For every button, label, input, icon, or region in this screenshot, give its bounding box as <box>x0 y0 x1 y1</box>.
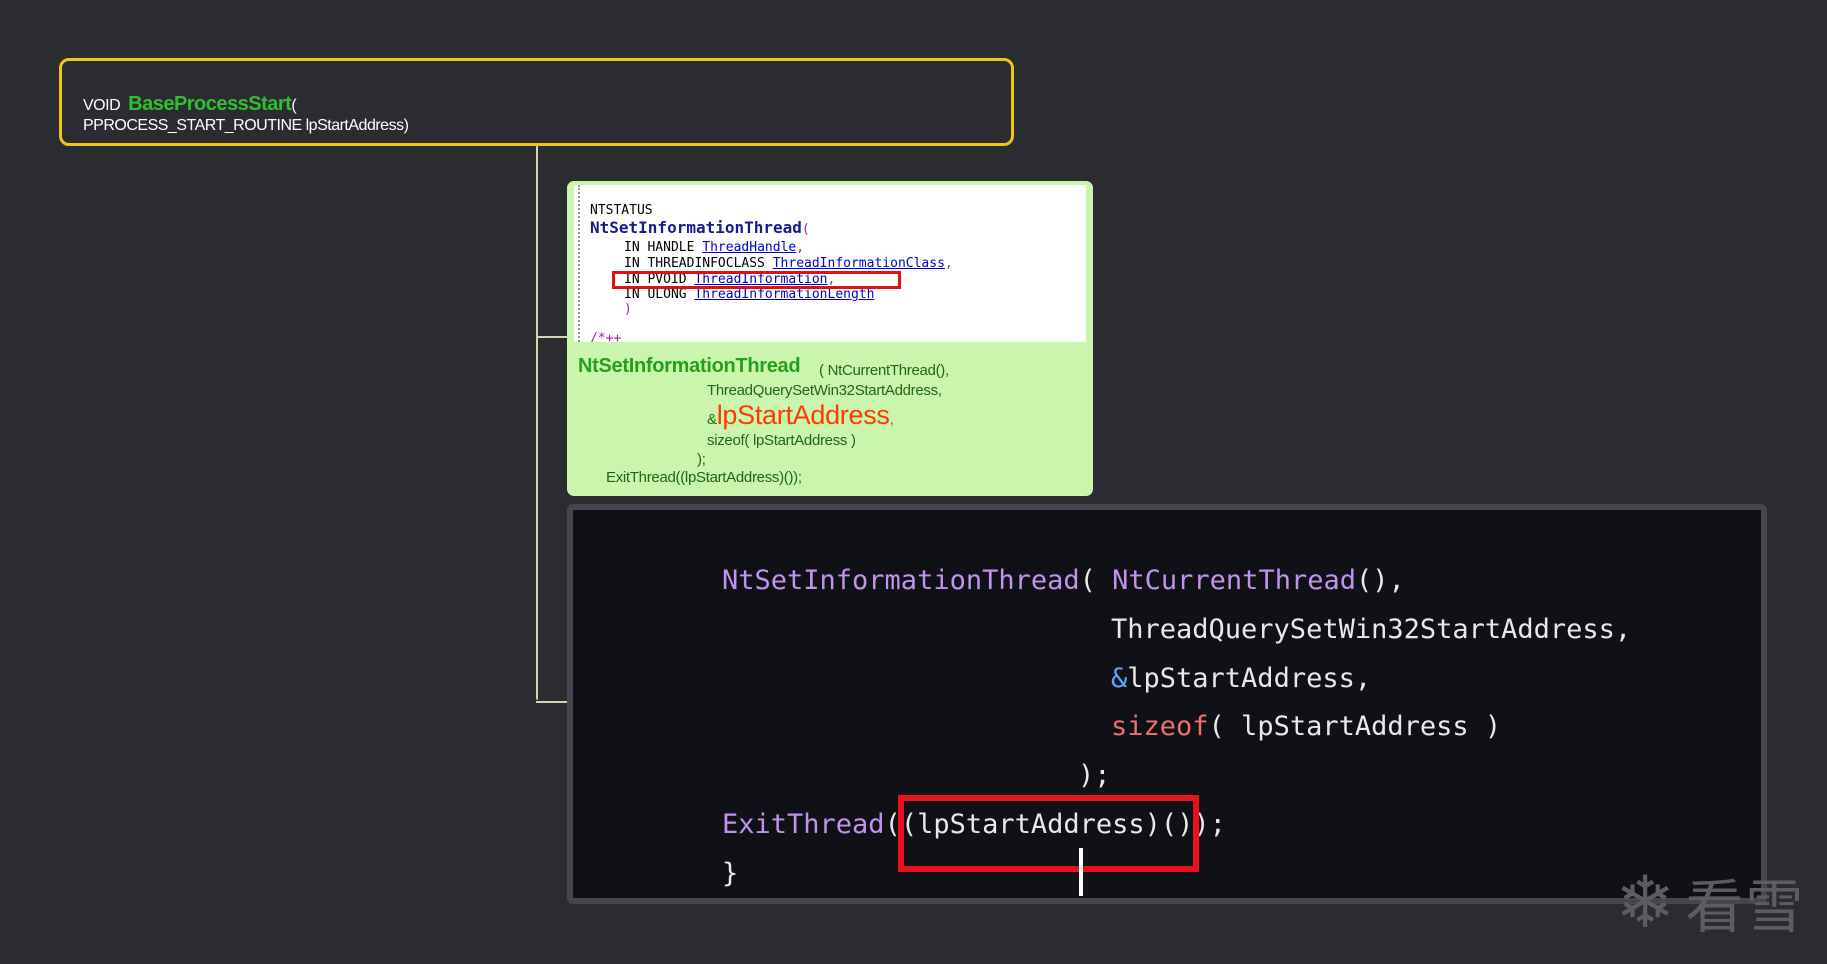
root-function-name: BaseProcessStart <box>128 93 292 115</box>
code-amp: & <box>1111 663 1128 694</box>
root-signature-line: VOID BaseProcessStart ( <box>83 93 1011 116</box>
root-node[interactable]: VOID BaseProcessStart ( PPROCESS_START_R… <box>59 58 1014 146</box>
code-fn-ntcurrentthread: NtCurrentThread <box>1112 565 1356 596</box>
text-cursor <box>1079 848 1083 896</box>
tree-connector-branch-1 <box>536 336 567 338</box>
green-function-name: NtSetInformationThread <box>578 355 801 377</box>
code-line-7: } <box>722 858 739 889</box>
doc-function-line: NtSetInformationThread( <box>590 218 810 237</box>
green-arg-3-comma: , <box>889 411 894 428</box>
doc-param-0-type: IN HANDLE <box>624 240 703 255</box>
doc-param-3: IN ULONG ThreadInformationLength <box>624 287 874 302</box>
tree-connector-branch-2 <box>536 701 567 703</box>
root-open-paren: ( <box>291 97 297 114</box>
green-arg-3-amp: & <box>707 411 717 428</box>
code-sizeof-arg: ( lpStartAddress ) <box>1208 711 1502 742</box>
doc-comment-start: /*++ <box>590 331 622 342</box>
doc-type-line: NTSTATUS <box>590 203 653 218</box>
code-line-3: &lpStartAddress, <box>1111 663 1371 694</box>
doc-param-3-name: ThreadInformationLength <box>694 287 875 302</box>
code-fn-ntsetinformationthread: NtSetInformationThread <box>722 565 1080 596</box>
code-line-1: NtSetInformationThread( NtCurrentThread(… <box>722 565 1405 596</box>
green-close: ); <box>697 451 706 468</box>
code-sizeof-keyword: sizeof <box>1111 711 1209 742</box>
doc-close-paren: ) <box>624 302 632 317</box>
code-arg-1-rest: (), <box>1355 565 1405 596</box>
code-fn-exitthread: ExitThread <box>722 809 885 840</box>
doc-param-0-name: ThreadHandle <box>702 240 797 255</box>
doc-function-name: NtSetInformationThread <box>590 218 802 237</box>
snowflake-icon: ❄ <box>1615 860 1676 944</box>
code-fold-guide <box>578 185 580 342</box>
root-param-line: PPROCESS_START_ROUTINE lpStartAddress) <box>83 117 409 134</box>
documentation-snippet-image: ' NTSTATUS NtSetInformationThread( IN HA… <box>574 185 1086 342</box>
doc-param-0-comma: , <box>796 240 805 255</box>
code-open-paren: ( <box>1079 565 1113 596</box>
green-arg-3-name: lpStartAddress <box>716 400 890 430</box>
code-line-5: ); <box>1078 760 1111 791</box>
doc-param-1-comma: , <box>944 256 953 271</box>
green-arg-1: ( NtCurrentThread(), <box>819 362 949 379</box>
doc-top-char: ' <box>590 185 598 194</box>
watermark: ❄ 看雪 <box>1615 860 1805 944</box>
green-arg-3: &lpStartAddress, <box>707 400 894 431</box>
return-type: VOID <box>83 97 121 114</box>
doc-param-3-type: IN ULONG <box>624 287 695 302</box>
green-arg-4: sizeof( lpStartAddress ) <box>707 432 856 449</box>
threadinformation-highlight-box <box>612 271 901 289</box>
green-exit-line: ExitThread((lpStartAddress)()); <box>606 469 802 486</box>
tree-connector-vertical <box>536 146 538 700</box>
doc-param-1-name: ThreadInformationClass <box>772 256 945 271</box>
doc-open-paren: ( <box>801 222 810 237</box>
lpstartaddress-call-highlight-box <box>898 795 1199 872</box>
watermark-text: 看雪 <box>1685 873 1806 941</box>
code-line-4: sizeof( lpStartAddress ) <box>1111 711 1501 742</box>
code-line-2: ThreadQuerySetWin32StartAddress, <box>1111 614 1632 645</box>
doc-param-0: IN HANDLE ThreadHandle, <box>624 240 804 255</box>
code-arg-3: lpStartAddress, <box>1127 663 1372 694</box>
green-arg-2: ThreadQuerySetWin32StartAddress, <box>707 382 942 399</box>
doc-param-1-type: IN THREADINFOCLASS <box>624 256 773 271</box>
doc-param-1: IN THREADINFOCLASS ThreadInformationClas… <box>624 256 953 271</box>
